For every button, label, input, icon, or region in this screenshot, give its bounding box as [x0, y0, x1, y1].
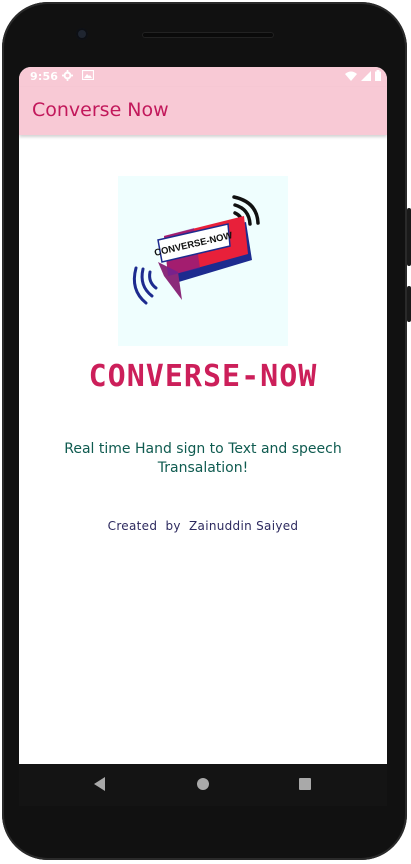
brand-title: CONVERSE-NOW — [88, 359, 318, 394]
signal-icon — [361, 70, 371, 84]
earpiece-speaker — [142, 32, 274, 38]
gear-icon — [62, 70, 73, 85]
battery-icon — [375, 70, 381, 84]
tagline: Real time Hand sign to Text and speech T… — [64, 441, 342, 476]
home-icon[interactable] — [197, 778, 209, 790]
power-button[interactable] — [407, 286, 411, 322]
navigation-bar — [19, 764, 387, 806]
status-icons-right — [345, 70, 381, 84]
back-icon[interactable] — [94, 777, 105, 791]
credit-text: Created by Zainuddin Saiyed — [107, 519, 299, 533]
recents-icon[interactable] — [299, 778, 311, 790]
app-screen: 9:56 Converse Now CONVERSE-NOW CONVERSE-… — [19, 67, 387, 764]
app-title: Converse Now — [32, 99, 169, 121]
app-bar: Converse Now — [19, 87, 387, 135]
wifi-icon — [345, 71, 357, 84]
device-frame: 9:56 Converse Now CONVERSE-NOW CONVERSE-… — [0, 0, 411, 864]
app-logo: CONVERSE-NOW — [118, 176, 288, 346]
status-time: 9:56 — [30, 70, 59, 83]
volume-button[interactable] — [407, 208, 411, 266]
status-bar: 9:56 — [19, 67, 387, 87]
image-icon — [81, 69, 95, 84]
front-camera-icon — [76, 28, 88, 40]
